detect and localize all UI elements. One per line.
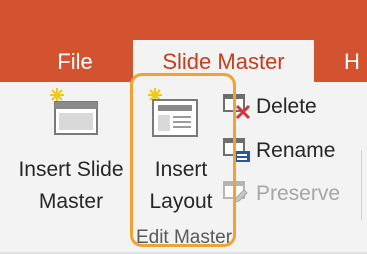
rename-label: Rename (256, 139, 336, 162)
tab-file[interactable]: File (36, 41, 114, 82)
annotation-highlight (130, 73, 236, 247)
preserve-label: Preserve (256, 182, 341, 205)
delete-label: Delete (256, 95, 317, 118)
group-separator (361, 150, 362, 220)
insert-slide-master-icon (50, 88, 98, 135)
tab-home-partial[interactable]: H (344, 41, 367, 82)
delete-button[interactable]: Delete (222, 93, 317, 121)
preserve-button[interactable]: Preserve (222, 180, 340, 208)
insert-slide-master-label-1: Insert Slide (18, 158, 124, 181)
rename-button[interactable]: Rename (222, 137, 335, 165)
ribbon-tab-bar: File Slide Master H (0, 0, 367, 83)
insert-slide-master-label-2: Master (38, 190, 104, 213)
